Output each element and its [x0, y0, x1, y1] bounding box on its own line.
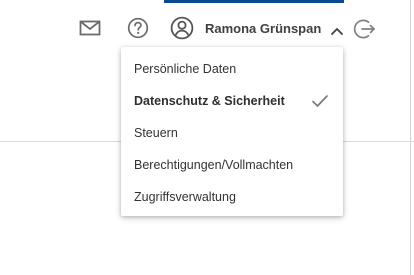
- page: Ramona Grünspan Persönliche Daten Datens…: [0, 0, 414, 275]
- menu-item-datenschutz-sicherheit[interactable]: Datenschutz & Sicherheit: [121, 85, 343, 117]
- help-icon[interactable]: [127, 17, 149, 39]
- user-icon: [170, 16, 194, 40]
- active-accent-bar: [164, 0, 344, 3]
- menu-item-steuern[interactable]: Steuern: [121, 117, 343, 149]
- right-scroll-edge: [410, 0, 411, 275]
- menu-item-label: Steuern: [134, 126, 178, 140]
- menu-item-persoenliche-daten[interactable]: Persönliche Daten: [121, 53, 343, 85]
- menu-item-label: Datenschutz & Sicherheit: [134, 94, 285, 108]
- logout-icon[interactable]: [352, 17, 376, 41]
- menu-item-zugriffsverwaltung[interactable]: Zugriffsverwaltung: [121, 181, 343, 213]
- menu-item-label: Zugriffsverwaltung: [134, 190, 236, 204]
- chevron-up-icon: [330, 23, 344, 35]
- menu-item-berechtigungen-vollmachten[interactable]: Berechtigungen/Vollmachten: [121, 149, 343, 181]
- menu-item-label: Berechtigungen/Vollmachten: [134, 158, 294, 172]
- mail-icon[interactable]: [79, 18, 101, 38]
- check-icon: [311, 94, 329, 108]
- menu-item-label: Persönliche Daten: [134, 62, 237, 76]
- user-dropdown-menu: Persönliche Daten Datenschutz & Sicherhe…: [121, 47, 343, 216]
- user-name: Ramona Grünspan: [205, 20, 322, 36]
- user-menu-toggle[interactable]: Ramona Grünspan: [170, 13, 344, 43]
